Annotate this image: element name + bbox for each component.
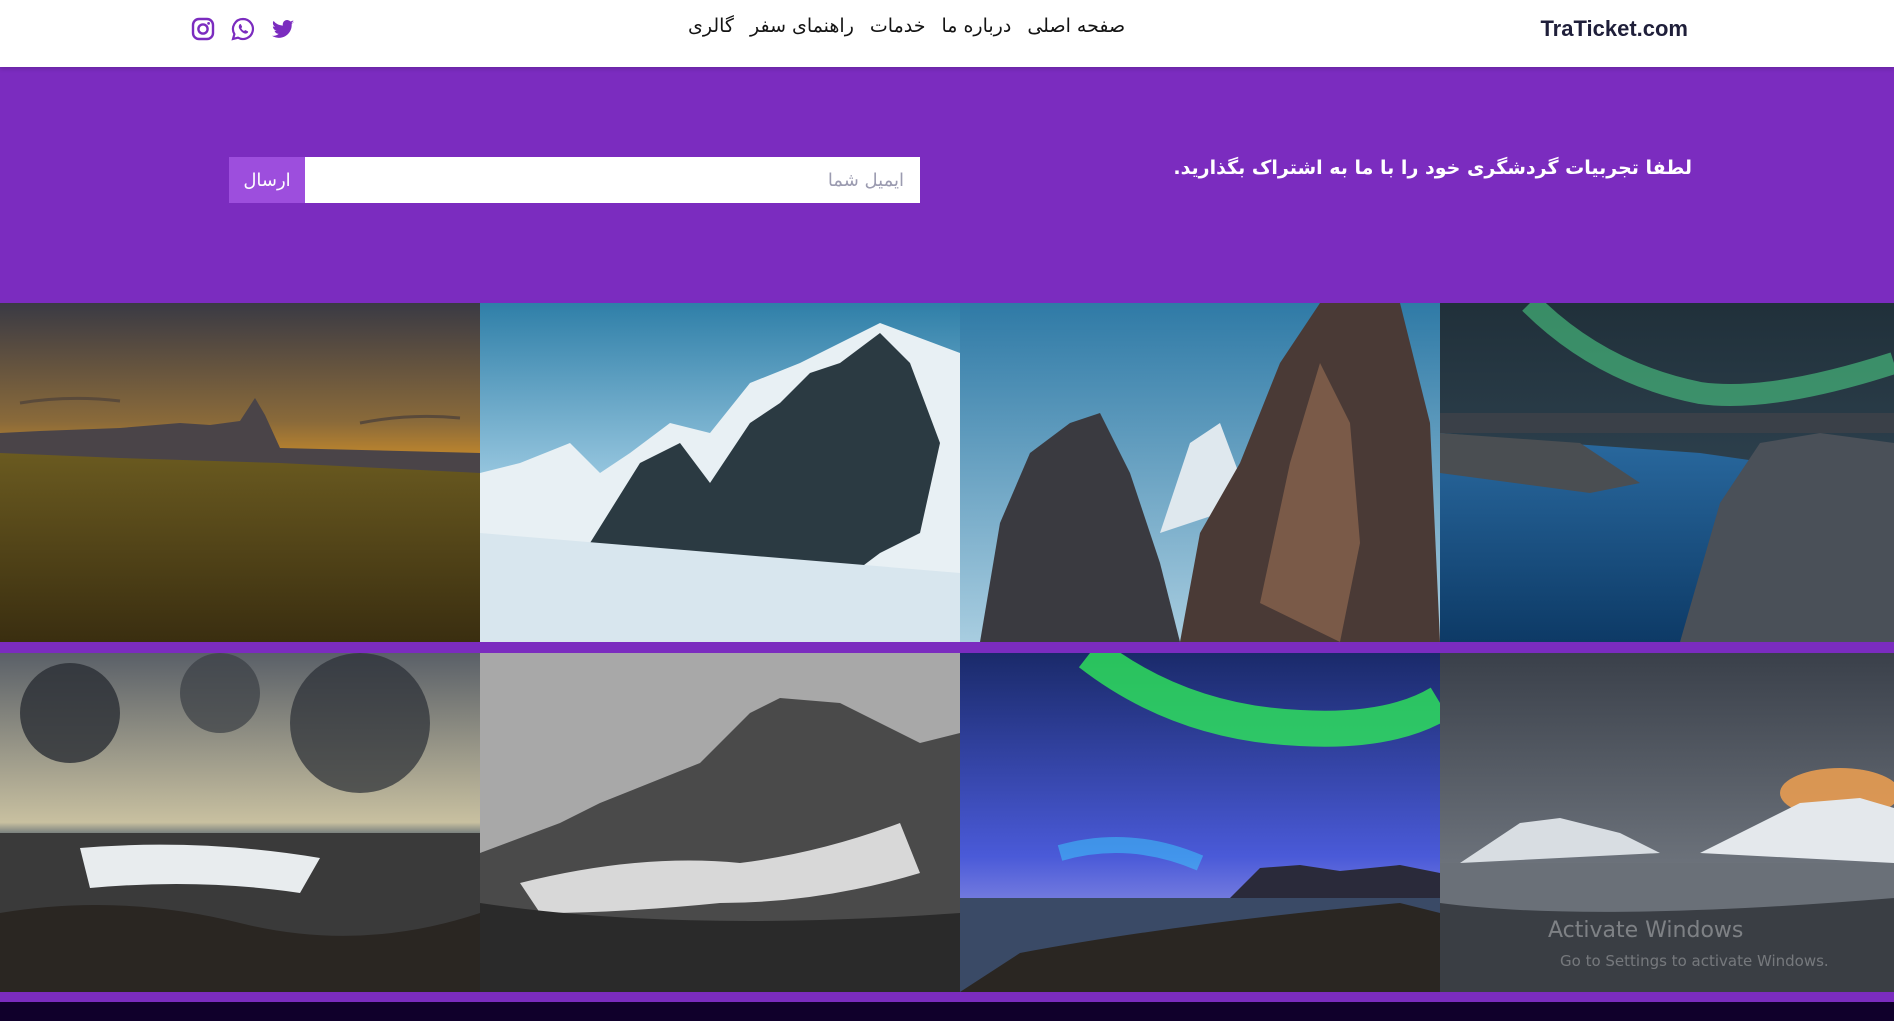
nav-about[interactable]: درباره ما xyxy=(941,15,1011,37)
twitter-icon[interactable] xyxy=(270,16,296,42)
whatsapp-icon[interactable] xyxy=(230,16,256,42)
gallery-photo-grassland-sunset[interactable] xyxy=(0,303,480,642)
subscribe-form: ارسال xyxy=(229,157,920,203)
footer-bar xyxy=(0,1002,1894,1021)
nav-home[interactable]: صفحه اصلی xyxy=(1027,15,1125,37)
email-input[interactable] xyxy=(305,157,920,203)
social-links xyxy=(190,16,296,42)
gallery-photo-snowy-mountain-peaks[interactable] xyxy=(480,303,960,642)
windows-activation-subtitle: Go to Settings to activate Windows. xyxy=(1560,952,1829,970)
gallery-photo-aurora-over-canyon[interactable] xyxy=(1440,303,1894,642)
instagram-icon[interactable] xyxy=(190,16,216,42)
windows-activation-title: Activate Windows xyxy=(1548,918,1744,943)
gallery-photo-stormy-seashore-waves[interactable] xyxy=(0,653,480,992)
share-experience-message: لطفا تجربیات گردشگری خود را با ما به اشت… xyxy=(1173,157,1692,179)
submit-button[interactable]: ارسال xyxy=(229,157,305,203)
brand-logo[interactable]: TraTicket.com xyxy=(1540,16,1688,42)
subscribe-section: لطفا تجربیات گردشگری خود را با ما به اشت… xyxy=(0,67,1894,303)
gallery-photo-aurora-over-beach[interactable] xyxy=(960,653,1440,992)
main-nav: صفحه اصلی درباره ما خدمات راهنمای سفر گا… xyxy=(688,15,1125,37)
gallery-photo-rocky-cliff-peaks[interactable] xyxy=(960,303,1440,642)
nav-travel-guide[interactable]: راهنمای سفر xyxy=(750,15,854,37)
top-navbar: صفحه اصلی درباره ما خدمات راهنمای سفر گا… xyxy=(0,0,1894,67)
gallery-photo-misty-mountain[interactable] xyxy=(480,653,960,992)
gallery-row xyxy=(0,303,1894,642)
nav-services[interactable]: خدمات xyxy=(870,15,926,37)
nav-gallery[interactable]: گالری xyxy=(688,15,734,37)
